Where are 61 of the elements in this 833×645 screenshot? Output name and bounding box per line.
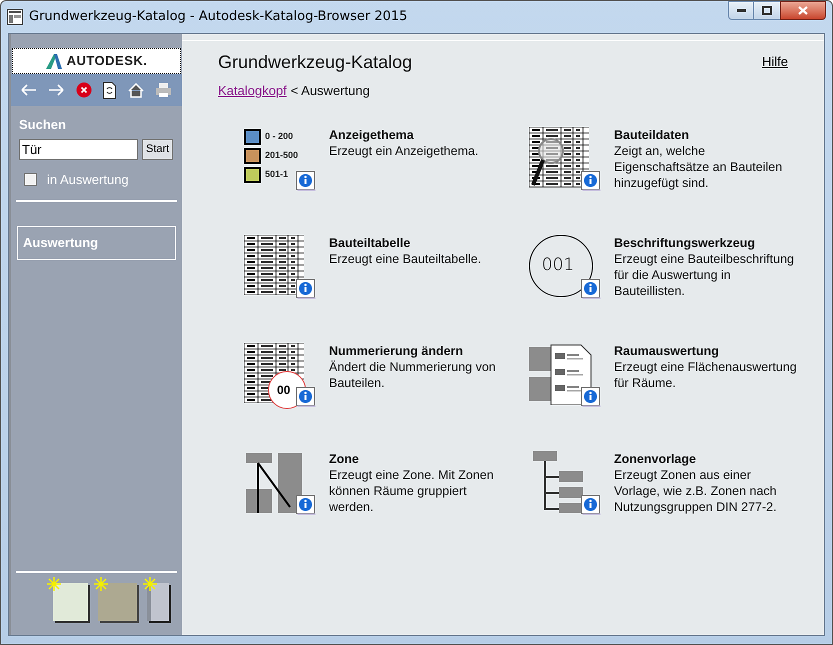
maximize-button[interactable] (754, 1, 780, 20)
close-icon (798, 6, 808, 15)
info-icon[interactable] (296, 278, 316, 298)
start-button[interactable]: Start (142, 138, 174, 160)
sparkle-icon (94, 577, 108, 591)
close-button[interactable] (780, 1, 826, 20)
tool-title[interactable]: Nummerierung ändern (329, 342, 514, 358)
tool-title[interactable]: Bauteiltabelle (329, 234, 514, 250)
legend-label: 201-500 (265, 148, 298, 162)
info-icon[interactable] (296, 386, 316, 406)
info-icon[interactable] (581, 494, 601, 514)
tool-description: Erzeugt eine Zone. Mit Zonen können Räume gruppiert werden. (329, 466, 495, 514)
logo-text: AUTODESK. (66, 52, 148, 70)
tool-description: Ändert die Nummerierung von Bauteilen. (329, 358, 497, 390)
printer-icon[interactable] (155, 82, 172, 98)
tool-title[interactable]: Beschriftungswerkzeug (614, 234, 799, 250)
tool-title[interactable]: Anzeigethema (329, 126, 514, 142)
search-label: Suchen (19, 116, 67, 134)
minimize-icon (736, 9, 746, 12)
info-icon[interactable] (296, 170, 316, 190)
checkbox[interactable] (24, 172, 37, 186)
forward-icon[interactable] (48, 84, 64, 96)
panel-icon[interactable] (147, 583, 169, 621)
tool-description: Zeigt an, welche Eigenschaftsätze an Bauteilen hinzugefügt sind. (614, 142, 784, 190)
tool-description: Erzeugt Zonen aus einer Vorlage, wie z.B. Zonen nach Nutzungsgruppen DIN 277-2. (614, 466, 778, 514)
back-icon[interactable] (20, 84, 37, 96)
number-label: 001 (542, 257, 574, 274)
tool-description: Erzeugt ein Anzeigethema. (329, 142, 480, 158)
sparkle-icon (143, 577, 157, 591)
table-magnifier-icon (529, 126, 589, 188)
checkbox-label: in Auswertung (47, 170, 129, 189)
tool-description: Erzeugt eine Bauteiltabelle. (329, 250, 482, 266)
window-title: Grundwerkzeug-Katalog - Autodesk-Katalog-Browser 2015 (29, 8, 408, 26)
maximize-icon (762, 6, 772, 15)
page-title: Grundwerkzeug-Katalog (218, 51, 412, 74)
zone-icon (244, 450, 304, 512)
stop-icon[interactable] (76, 82, 92, 98)
legend-label: 501-1 (265, 168, 288, 181)
info-icon[interactable] (581, 170, 601, 190)
info-icon[interactable] (581, 386, 601, 406)
search-field[interactable]: Tür (19, 138, 138, 160)
table-icon (244, 234, 304, 294)
number-label: 00 (277, 384, 290, 396)
tool-description: Erzeugt eine Bauteilbeschriftung für die Auswertung in Bauteillisten. (614, 250, 795, 298)
breadcrumb-link[interactable]: Katalogkopf (218, 81, 287, 100)
tool-description: Erzeugt eine Flächenauswertung für Räume. (614, 358, 798, 390)
info-icon[interactable] (296, 494, 316, 514)
info-icon[interactable] (581, 278, 601, 298)
sparkle-icon (47, 577, 61, 591)
tool-title[interactable]: Bauteildaten (614, 126, 799, 142)
help-link[interactable]: Hilfe (762, 52, 788, 72)
app-icon (7, 9, 23, 25)
legend-label: 0 - 200 (265, 130, 294, 143)
home-icon[interactable] (128, 82, 144, 98)
logo-icon (46, 54, 62, 68)
tool-title[interactable]: Zone (329, 450, 514, 466)
refresh-icon[interactable] (103, 82, 116, 98)
tool-title[interactable]: Raumauswertung (614, 342, 799, 358)
breadcrumb-text: < Auswertung (290, 82, 370, 100)
tool-title[interactable]: Zonenvorlage (614, 450, 799, 466)
minimize-button[interactable] (728, 1, 754, 20)
